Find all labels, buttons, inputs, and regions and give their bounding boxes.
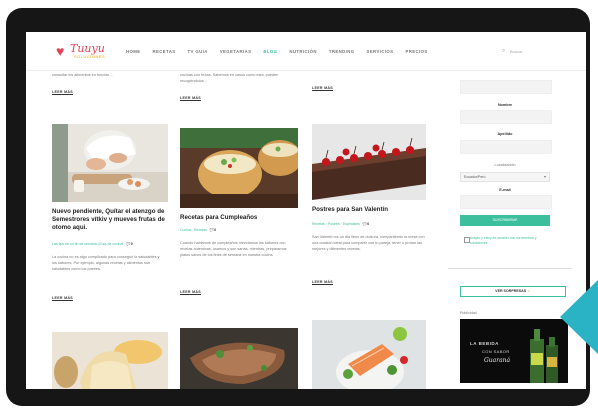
ad-label: Publicidad	[460, 311, 477, 315]
main-nav: HOME RECETAS TV GUÍA VEGETARIAS BLOG NUT…	[126, 47, 440, 57]
search-label[interactable]: Buscar	[510, 49, 522, 54]
article-thumbnail-potatoes[interactable]	[180, 128, 298, 208]
nav-item-servicios[interactable]: SERVICIOS	[367, 47, 394, 57]
read-more-link[interactable]: LEER MÁS	[180, 96, 201, 101]
browser-viewport: ♥ Tuuyu SOLUCIONES HOME RECETAS TV GUÍA …	[26, 32, 586, 389]
surprises-button[interactable]: VER SORPRESAS ☺	[460, 286, 566, 297]
previous-article-excerpt: cocinas con frutas. Sabemos en casos com…	[180, 73, 279, 83]
read-more-link[interactable]: LEER MÁS	[312, 86, 333, 91]
stuffed-potatoes-photo	[180, 128, 298, 208]
divider	[448, 268, 572, 269]
article-category[interactable]: Las tips de un fin de semana ¡Guía de co…	[52, 242, 123, 246]
country-label: Localización	[494, 163, 516, 167]
nav-item-recetas[interactable]: RECETAS	[153, 47, 176, 57]
country-select[interactable]: Ecuador/Perú ▾	[460, 172, 550, 182]
article-thumbnail-cooking[interactable]	[52, 124, 168, 202]
read-more-link[interactable]: LEER MÁS	[52, 296, 73, 301]
comment-count: 💬0	[362, 222, 370, 226]
bread-photo	[52, 332, 168, 389]
terms-link[interactable]: Acepto y estoy de acuerdo con los términ…	[470, 236, 552, 246]
nav-item-precios[interactable]: PRECIOS	[405, 47, 427, 57]
article-thumbnail-cake[interactable]	[312, 124, 426, 200]
comment-count: 💬0	[126, 242, 133, 246]
ad-bottles-graphic	[530, 329, 558, 383]
kitchen-photo	[52, 124, 168, 202]
previous-article-excerpt: consultar los alimentos en función…	[52, 73, 113, 77]
nav-item-vegetarias[interactable]: VEGETARIAS	[220, 47, 252, 57]
steak-photo	[180, 328, 298, 389]
last-name-label: Apellido	[497, 132, 513, 136]
name-label: Nombre	[497, 103, 513, 107]
smile-icon: ☺	[527, 289, 531, 293]
site-logo[interactable]: ♥ Tuuyu SOLUCIONES	[56, 43, 106, 61]
article-excerpt: Cuando hablamos de cumpleaños mezclamos …	[180, 241, 287, 257]
nav-item-trending[interactable]: TRENDING	[329, 47, 355, 57]
read-more-link[interactable]: LEER MÁS	[52, 90, 73, 95]
read-more-link[interactable]: LEER MÁS	[180, 290, 201, 295]
newsletter-sidebar: Nombre Apellido Localización Ecuador/Per…	[448, 72, 572, 389]
email-label: E-mail	[499, 188, 511, 192]
article-meta: Recetas · Postres · Especiales 💬0	[312, 222, 369, 226]
ad-subheadline: CON SABOR	[482, 349, 510, 354]
first-name-input[interactable]	[460, 80, 552, 94]
article-title[interactable]: Recetas para Cumpleaños	[180, 214, 298, 222]
article-meta: Cocina · Recetas 💬0	[180, 228, 216, 232]
article-excerpt: La cocina no es algo complicado para con…	[52, 255, 160, 271]
search-icon[interactable]: ⌕	[502, 48, 505, 55]
logo-tagline: SOLUCIONES	[74, 54, 106, 59]
read-more-link[interactable]: LEER MÁS	[312, 280, 333, 285]
nav-item-home[interactable]: HOME	[126, 47, 141, 57]
article-title[interactable]: Postres para San Valentín	[312, 206, 430, 214]
nav-item-nutricion[interactable]: NUTRICIÓN	[289, 47, 316, 57]
article-meta: Las tips de un fin de semana ¡Guía de co…	[52, 242, 133, 246]
article-excerpt: San Valentín es un día lleno de dulzura,…	[312, 235, 425, 251]
ad-headline: LA BEBIDA	[470, 341, 499, 346]
salmon-salad-photo	[312, 320, 426, 389]
article-category[interactable]: Cocina · Recetas	[180, 228, 207, 232]
country-select-value: Ecuador/Perú	[464, 175, 486, 179]
article-thumbnail-bread[interactable]	[52, 332, 168, 389]
ad-brand: Guaraná	[484, 357, 511, 364]
article-thumbnail-salad[interactable]	[312, 320, 426, 389]
heart-logo-icon: ♥	[56, 43, 65, 59]
chevron-down-icon: ▾	[543, 174, 546, 179]
article-category[interactable]: Recetas · Postres · Especiales	[312, 222, 360, 226]
article-thumbnail-steak[interactable]	[180, 328, 298, 389]
last-name-input[interactable]	[460, 110, 552, 124]
phone-input[interactable]	[460, 140, 552, 154]
email-input[interactable]	[460, 195, 552, 209]
nav-item-tv-guia[interactable]: TV GUÍA	[188, 47, 208, 57]
ad-banner[interactable]: LA BEBIDA CON SABOR Guaraná	[460, 319, 568, 383]
cherry-cake-photo	[312, 124, 426, 200]
subscribe-button[interactable]: SUSCRIBIRME	[460, 215, 550, 226]
article-title[interactable]: Nuevo pendiente, Quítar el atenzgo de Se…	[52, 208, 170, 232]
site-header: ♥ Tuuyu SOLUCIONES HOME RECETAS TV GUÍA …	[26, 32, 586, 71]
comment-count: 💬0	[209, 228, 217, 232]
nav-item-blog[interactable]: BLOG	[263, 47, 277, 57]
teal-pointer-arrow	[560, 279, 598, 355]
